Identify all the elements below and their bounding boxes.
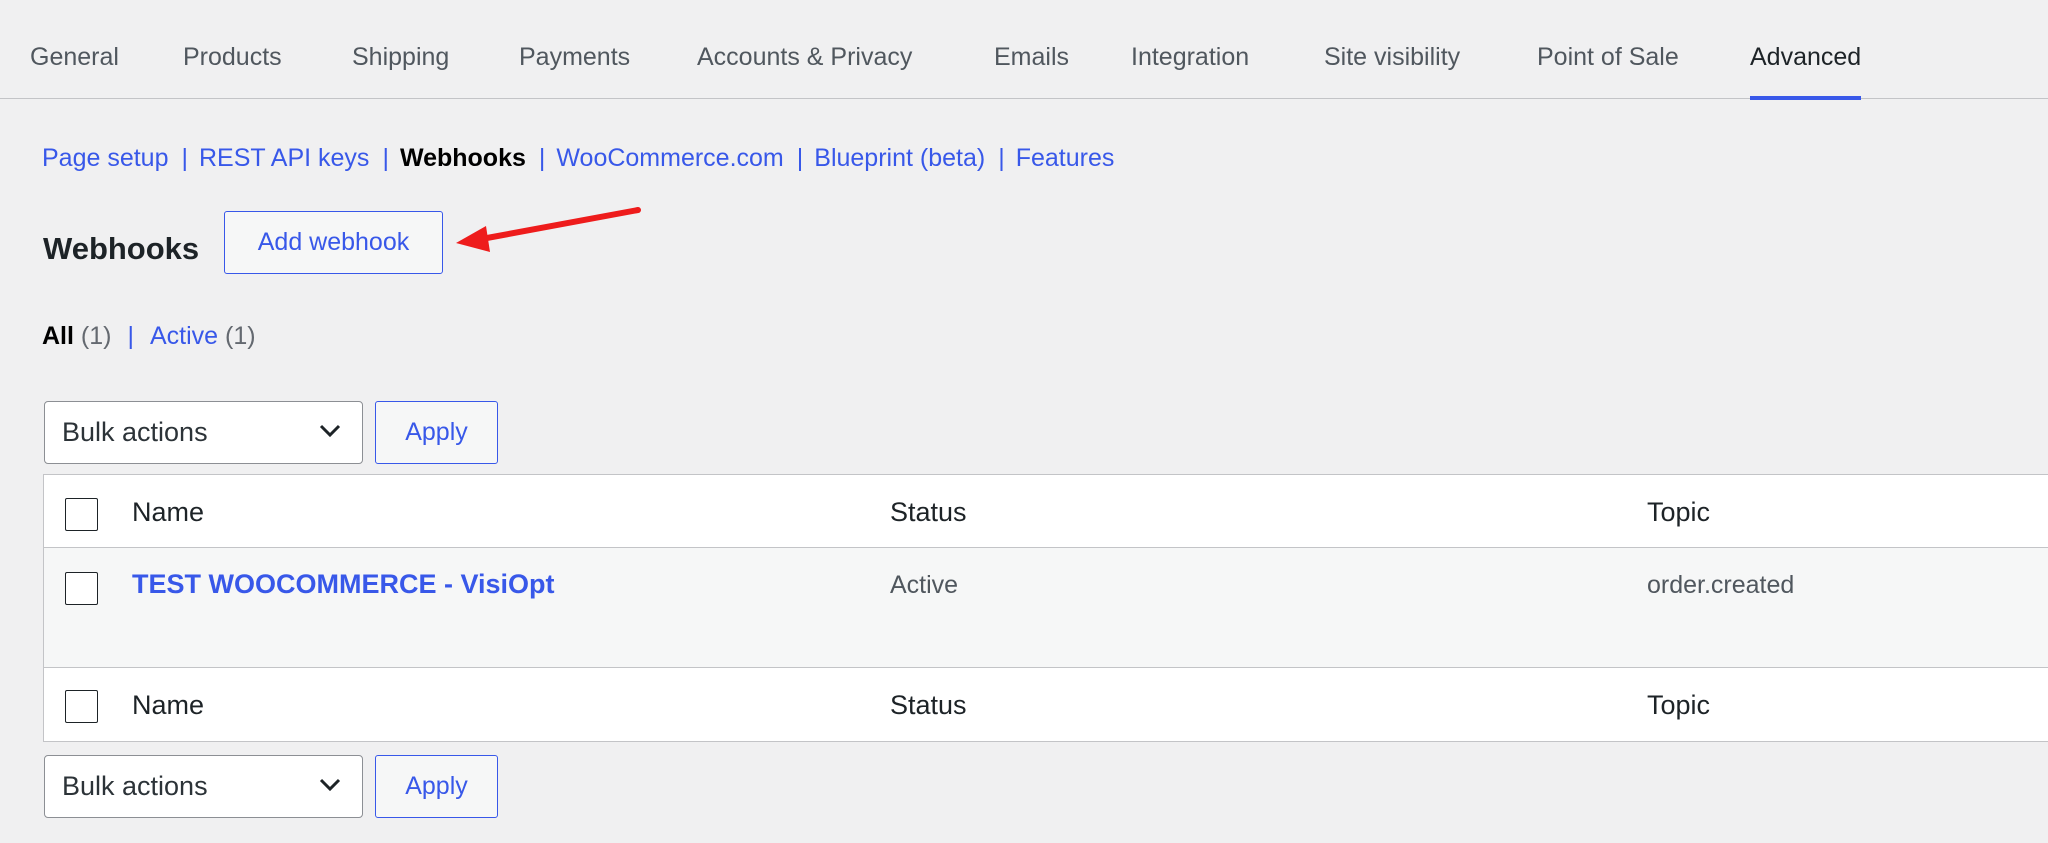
- apply-button-bottom[interactable]: Apply: [375, 755, 498, 818]
- chevron-down-icon: [319, 424, 341, 438]
- tab-integration[interactable]: Integration: [1131, 0, 1249, 99]
- select-all-checkbox[interactable]: [65, 498, 98, 531]
- subnav-page-setup[interactable]: Page setup: [42, 144, 169, 172]
- tab-general[interactable]: General: [30, 0, 119, 99]
- subnav-webhooks-current: Webhooks: [399, 144, 526, 172]
- tab-point-of-sale[interactable]: Point of Sale: [1537, 0, 1679, 99]
- column-header-topic: Topic: [1647, 497, 1711, 527]
- filter-all-count: (1): [80, 322, 112, 350]
- filter-active[interactable]: Active: [150, 322, 218, 350]
- tab-products[interactable]: Products: [183, 0, 282, 99]
- filter-separator: |: [127, 322, 134, 350]
- subnav-rest-api-keys[interactable]: REST API keys: [199, 144, 369, 172]
- status-filters: All (1) | Active (1): [42, 318, 256, 354]
- table-footer-row: Name Status Topic: [44, 668, 2048, 741]
- webhook-name-link[interactable]: TEST WOOCOMMERCE - VisiOpt: [132, 566, 555, 602]
- settings-tabs: General Products Shipping Payments Accou…: [0, 0, 2048, 100]
- column-header-name[interactable]: Name: [132, 494, 204, 530]
- column-footer-topic: Topic: [1647, 690, 1711, 720]
- subnav-features[interactable]: Features: [1016, 144, 1115, 172]
- column-header-status: Status: [890, 497, 967, 527]
- bulk-actions-value: Bulk actions: [62, 417, 208, 447]
- subnav-blueprint[interactable]: Blueprint (beta): [814, 144, 985, 172]
- table-row: TEST WOOCOMMERCE - VisiOpt Active order.…: [44, 548, 2048, 668]
- table-header-row: Name Status Topic: [44, 475, 2048, 548]
- row-checkbox[interactable]: [65, 572, 98, 605]
- tab-shipping[interactable]: Shipping: [352, 0, 449, 99]
- subnav-separator: |: [538, 144, 546, 172]
- webhook-topic: order.created: [1647, 571, 1795, 599]
- subnav-separator: |: [796, 144, 804, 172]
- webhooks-table: Name Status Topic TEST WOOCOMMERCE - Vis…: [43, 474, 2048, 742]
- apply-button-top[interactable]: Apply: [375, 401, 498, 464]
- chevron-down-icon: [319, 778, 341, 792]
- tab-advanced[interactable]: Advanced: [1750, 0, 1862, 100]
- column-footer-name[interactable]: Name: [132, 687, 204, 723]
- select-all-checkbox-footer[interactable]: [65, 690, 98, 723]
- tab-payments[interactable]: Payments: [519, 0, 630, 99]
- advanced-subnav: Page setup | REST API keys | Webhooks | WooCom…: [42, 140, 1114, 176]
- red-arrow-icon: [456, 207, 641, 252]
- add-webhook-button[interactable]: Add webhook: [224, 211, 443, 274]
- tab-emails[interactable]: Emails: [994, 0, 1069, 99]
- tab-site-visibility[interactable]: Site visibility: [1324, 0, 1460, 99]
- filter-active-count: (1): [225, 322, 256, 350]
- bulk-actions-value: Bulk actions: [62, 771, 208, 801]
- filter-all[interactable]: All: [42, 322, 74, 350]
- column-footer-status: Status: [890, 690, 967, 720]
- subnav-separator: |: [181, 144, 189, 172]
- webhook-status: Active: [890, 571, 959, 599]
- subnav-separator: |: [382, 144, 389, 172]
- bulk-actions-select-bottom[interactable]: Bulk actions: [44, 755, 363, 818]
- subnav-separator: |: [998, 144, 1005, 172]
- subnav-woocommerce-com[interactable]: WooCommerce.com: [556, 144, 783, 172]
- page-title: Webhooks: [43, 231, 200, 266]
- tab-accounts-privacy[interactable]: Accounts & Privacy: [697, 0, 912, 99]
- bulk-actions-select-top[interactable]: Bulk actions: [44, 401, 363, 464]
